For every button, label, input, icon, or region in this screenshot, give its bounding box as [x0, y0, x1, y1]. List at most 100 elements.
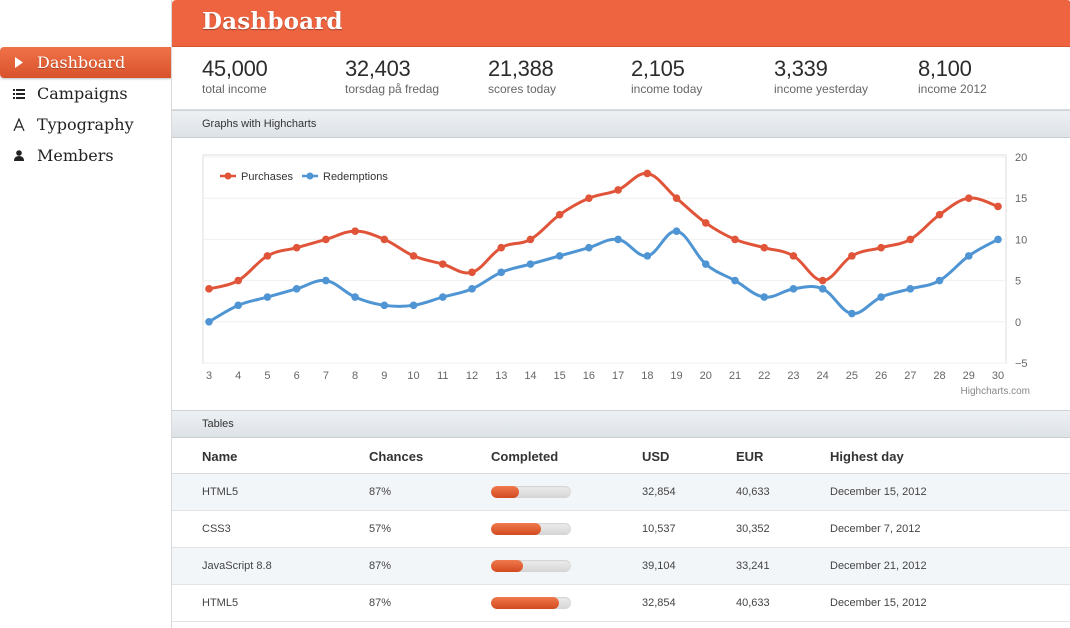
- chart-credit: Highcharts.com: [961, 386, 1030, 397]
- page-title: Dashboard: [202, 8, 343, 35]
- stat-value: 3,339: [774, 56, 828, 81]
- data-point: [760, 293, 769, 301]
- sidebar-item-label: Dashboard: [37, 53, 126, 72]
- progress-fill: [491, 486, 519, 498]
- table-row[interactable]: HTML5 87% 32,854 40,633 December 15, 2012: [172, 474, 1070, 511]
- data-point: [964, 252, 973, 260]
- data-point: [234, 276, 243, 285]
- data-point: [672, 227, 681, 235]
- stat-caption: total income: [202, 82, 267, 96]
- y-tick-label: 5: [1015, 276, 1021, 288]
- sidebar-item-dashboard[interactable]: Dashboard: [0, 47, 171, 78]
- data-point: [643, 252, 652, 260]
- stat-income-yesterday: 3,339 income yesterday: [774, 56, 914, 96]
- table-row[interactable]: JavaScript 8.8 87% 39,104 33,241 December 21…: [172, 548, 1070, 585]
- data-point: [877, 243, 885, 252]
- stat-scores-today: 21,388 scores today: [488, 56, 628, 96]
- table-row[interactable]: HTML5 87% 32,854 40,633 December 15, 2012: [172, 585, 1070, 622]
- data-point: [322, 235, 330, 244]
- data-point: [701, 219, 710, 227]
- stat-total-income: 45,000 total income: [202, 56, 342, 96]
- data-point: [555, 252, 564, 260]
- x-tick-label: 25: [846, 370, 858, 382]
- page-header: Dashboard: [172, 0, 1070, 47]
- data-point: [760, 243, 769, 252]
- stat-caption: income yesterday: [774, 82, 869, 96]
- data-point: [818, 276, 827, 285]
- data-point: [555, 210, 564, 219]
- data-point: [848, 309, 856, 318]
- stat-caption: torsdag på fredag: [345, 82, 440, 96]
- data-point: [351, 293, 359, 301]
- cell-chances: 87%: [369, 597, 392, 609]
- cell-eur: 40,633: [736, 486, 770, 498]
- data-point: [935, 276, 944, 285]
- sidebar-item-campaigns[interactable]: Campaigns: [0, 78, 171, 109]
- data-point: [994, 202, 1002, 211]
- x-tick-label: 29: [963, 370, 975, 382]
- x-tick-label: 13: [495, 370, 507, 382]
- data-point: [409, 252, 418, 260]
- cell-eur: 30,352: [736, 523, 770, 535]
- column-header-chances[interactable]: Chances: [369, 449, 423, 464]
- x-tick-label: 6: [294, 370, 300, 382]
- y-tick-label: −5: [1015, 358, 1028, 370]
- data-point: [906, 285, 915, 293]
- cell-name: HTML5: [202, 597, 239, 609]
- x-tick-label: 12: [466, 370, 478, 382]
- stat-value: 8,100: [918, 56, 972, 81]
- legend-swatch-marker: [306, 172, 314, 180]
- data-point: [585, 194, 593, 202]
- column-header-name[interactable]: Name: [202, 449, 237, 464]
- sidebar-item-label: Members: [37, 146, 114, 165]
- section-header-graphs: Graphs with Highcharts: [172, 110, 1070, 138]
- data-point: [468, 268, 476, 277]
- data-point: [234, 301, 243, 310]
- x-tick-label: 14: [524, 370, 536, 382]
- stat-income-today: 2,105 income today: [631, 56, 771, 96]
- x-tick-label: 8: [352, 370, 358, 382]
- stat-caption: income 2012: [918, 82, 987, 96]
- x-tick-label: 20: [700, 370, 712, 382]
- data-point: [848, 252, 856, 260]
- data-point: [994, 235, 1002, 244]
- x-tick-label: 11: [437, 370, 448, 382]
- data-point: [614, 186, 622, 194]
- font-icon: [0, 118, 37, 131]
- sidebar-item-typography[interactable]: Typography: [0, 109, 171, 140]
- data-point: [964, 194, 973, 202]
- x-tick-label: 17: [612, 370, 624, 382]
- progress-bar: [491, 486, 571, 498]
- column-header-highest-day[interactable]: Highest day: [830, 449, 904, 464]
- sidebar-item-members[interactable]: Members: [0, 140, 171, 171]
- data-point: [643, 169, 652, 178]
- section-header-tables: Tables: [172, 410, 1070, 438]
- data-point: [906, 235, 915, 244]
- x-tick-label: 30: [992, 370, 1004, 382]
- cell-highest-day: December 15, 2012: [830, 597, 927, 609]
- column-header-usd[interactable]: USD: [642, 449, 669, 464]
- legend-label: Purchases: [241, 171, 293, 183]
- data-point: [497, 243, 506, 252]
- sidebar-item-label: Campaigns: [37, 84, 128, 103]
- x-tick-label: 24: [817, 370, 829, 382]
- table-row[interactable]: CSS3 57% 10,537 30,352 December 7, 2012: [172, 511, 1070, 548]
- progress-fill: [491, 523, 541, 535]
- data-point: [614, 235, 622, 244]
- stat-caption: income today: [631, 82, 703, 96]
- plot-area: [202, 154, 1007, 364]
- cell-usd: 10,537: [642, 523, 676, 535]
- column-header-eur[interactable]: EUR: [736, 449, 763, 464]
- data-point: [292, 285, 301, 293]
- cell-name: JavaScript 8.8: [202, 560, 272, 572]
- data-point: [585, 243, 593, 252]
- data-point: [526, 260, 535, 268]
- data-point: [789, 252, 798, 260]
- cell-chances: 87%: [369, 560, 392, 572]
- main-content: Dashboard 45,000 total income 32,403 tor…: [171, 0, 1070, 628]
- cell-highest-day: December 7, 2012: [830, 523, 921, 535]
- progress-bar: [491, 523, 571, 535]
- sidebar: Dashboard Campaigns Typography Members: [0, 0, 171, 628]
- data-point: [205, 285, 213, 293]
- column-header-completed[interactable]: Completed: [491, 449, 558, 464]
